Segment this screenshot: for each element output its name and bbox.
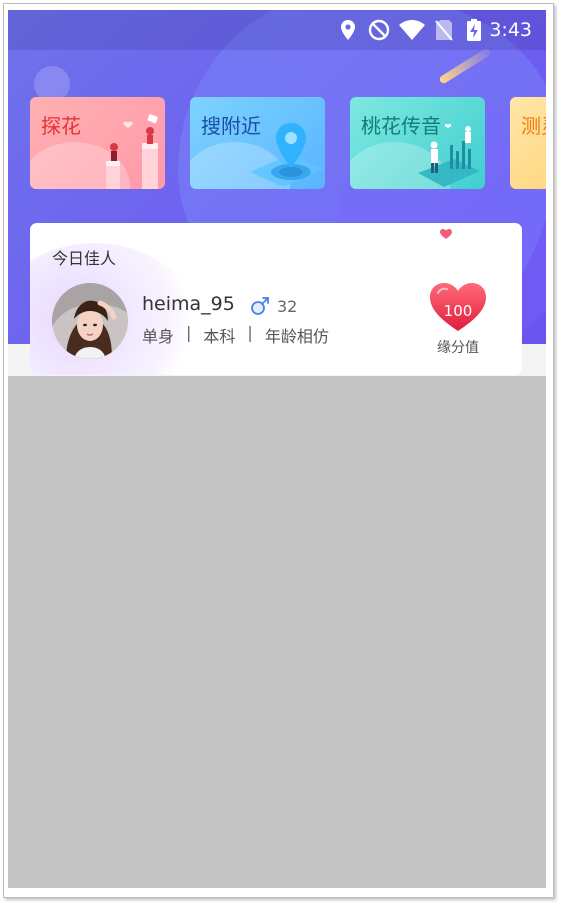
flower-illustration bbox=[106, 114, 158, 189]
app-screen: 3:43 探花 搜附近 桃花传音 测 今日佳人 heima_95 32 单身 |… bbox=[8, 10, 546, 888]
status-time: 3:43 bbox=[489, 19, 532, 41]
map-pin-illustration bbox=[250, 123, 323, 187]
status-bar: 3:43 bbox=[8, 10, 546, 50]
tag-separator: | bbox=[247, 323, 253, 342]
voice-illustration bbox=[418, 123, 480, 187]
small-heart-icon bbox=[440, 229, 452, 239]
avatar-photo bbox=[52, 283, 128, 359]
tag-separator: | bbox=[186, 323, 192, 342]
today-best-title: 今日佳人 bbox=[52, 249, 117, 268]
today-best-card[interactable]: 今日佳人 heima_95 32 单身 | 本科 | 年龄相仿 100 缘分值 bbox=[30, 223, 522, 375]
do-not-disturb-icon bbox=[367, 19, 391, 41]
male-icon bbox=[250, 296, 270, 316]
tag-age-match: 年龄相仿 bbox=[264, 327, 329, 346]
avatar[interactable] bbox=[52, 283, 128, 359]
tag-marital-status: 单身 bbox=[142, 327, 175, 346]
quick-action-voice[interactable]: 桃花传音 bbox=[350, 97, 485, 189]
quick-action-label: 探花 bbox=[41, 114, 81, 138]
location-icon bbox=[339, 19, 357, 41]
quick-action-tanhua[interactable]: 探花 bbox=[30, 97, 165, 189]
username: heima_95 bbox=[142, 293, 235, 315]
quick-action-label: 测灵 bbox=[521, 114, 546, 138]
quick-action-test[interactable]: 测灵 bbox=[510, 97, 546, 189]
tag-education: 本科 bbox=[203, 327, 236, 346]
match-score-label: 缘分值 bbox=[437, 340, 479, 356]
quick-action-nearby[interactable]: 搜附近 bbox=[190, 97, 325, 189]
battery-charging-icon bbox=[466, 19, 482, 41]
age: 32 bbox=[277, 297, 298, 316]
match-score: 100 bbox=[443, 302, 473, 320]
wifi-icon bbox=[398, 19, 426, 41]
no-sim-icon bbox=[434, 19, 454, 41]
profile-tags: 单身 | 本科 | 年龄相仿 bbox=[142, 323, 329, 347]
